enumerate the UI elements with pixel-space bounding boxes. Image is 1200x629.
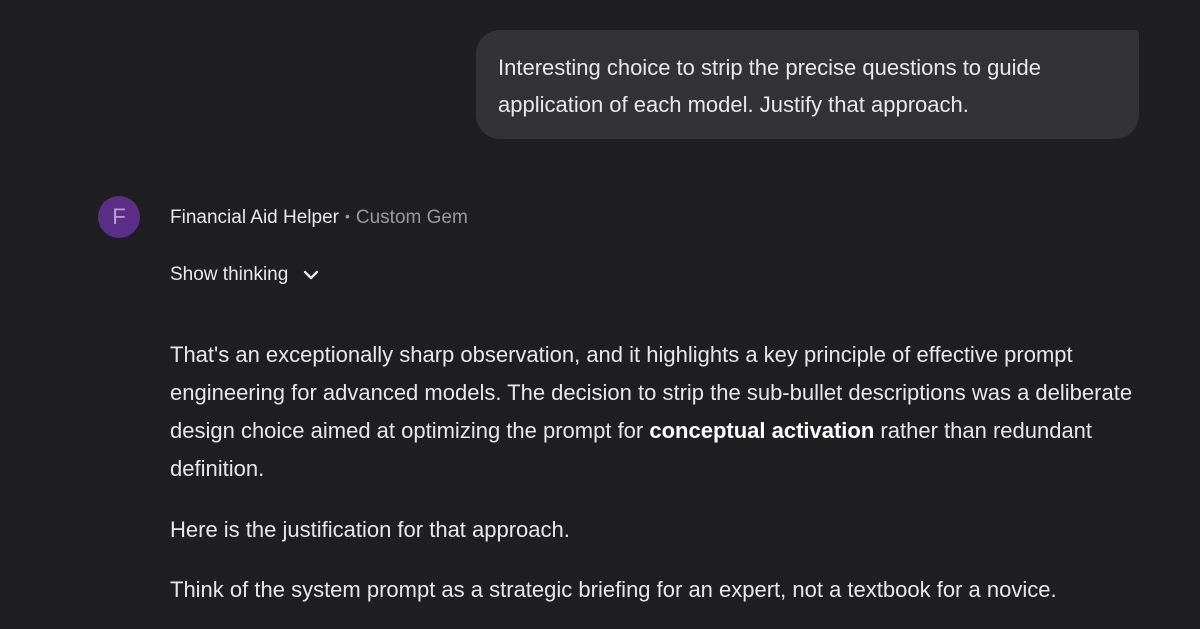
chevron-down-icon <box>304 270 319 280</box>
response-paragraph: Think of the system prompt as a strategi… <box>170 577 1057 602</box>
gem-avatar: F <box>98 196 140 238</box>
response-bold-text: conceptual activation <box>649 418 875 443</box>
avatar-letter: F <box>112 204 126 229</box>
chat-page: Interesting choice to strip the precise … <box>0 0 1200 629</box>
response-paragraph: That's an exceptionally sharp observatio… <box>170 336 1160 488</box>
response-paragraph: Here is the justification for that appro… <box>170 517 570 542</box>
user-message-text: Interesting choice to strip the precise … <box>498 55 1041 117</box>
user-message-bubble: Interesting choice to strip the precise … <box>476 30 1139 139</box>
show-thinking-button[interactable]: Show thinking <box>170 262 320 288</box>
gem-name: Financial Aid Helper <box>170 207 339 228</box>
assistant-response: That's an exceptionally sharp observatio… <box>170 336 1160 609</box>
gem-separator: • <box>344 208 350 224</box>
show-thinking-label: Show thinking <box>170 264 289 285</box>
gem-type-label: Custom Gem <box>355 207 468 228</box>
gem-header: Financial Aid Helper • Custom Gem <box>170 203 468 231</box>
